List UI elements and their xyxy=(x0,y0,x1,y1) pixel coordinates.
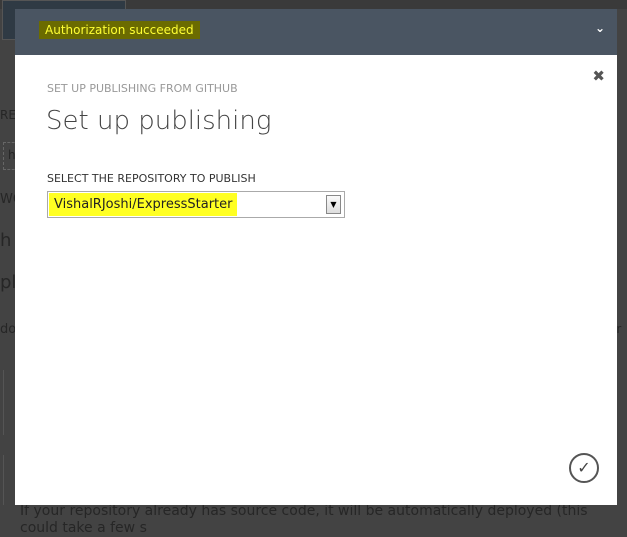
notification-bar: Authorization succeeded ⌄ xyxy=(15,9,617,55)
dialog-subtitle: SET UP PUBLISHING FROM GITHUB xyxy=(47,82,238,95)
chevron-down-icon[interactable]: ⌄ xyxy=(595,21,605,35)
background-divider xyxy=(3,370,4,435)
publishing-dialog: ✖ SET UP PUBLISHING FROM GITHUB Set up p… xyxy=(15,55,617,505)
dropdown-arrow-icon[interactable]: ▼ xyxy=(326,195,341,214)
repository-selected-value: VishalRJoshi/ExpressStarter xyxy=(49,193,237,216)
dialog-title: Set up publishing xyxy=(46,106,272,136)
background-text: h xyxy=(0,230,12,251)
close-icon[interactable]: ✖ xyxy=(592,67,605,85)
notification-message: Authorization succeeded xyxy=(39,21,200,39)
background-divider xyxy=(3,455,4,505)
repository-label: SELECT THE REPOSITORY TO PUBLISH xyxy=(47,172,256,185)
confirm-button[interactable]: ✓ xyxy=(569,453,599,483)
checkmark-icon: ✓ xyxy=(577,458,591,477)
background-text: If your repository already has source co… xyxy=(20,503,588,536)
repository-select[interactable]: VishalRJoshi/ExpressStarter ▼ xyxy=(47,191,345,218)
